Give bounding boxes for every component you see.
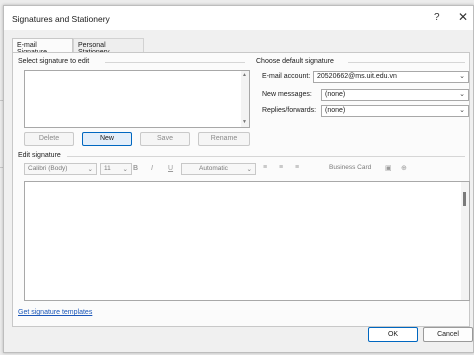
email-account-label: E-mail account:: [262, 73, 311, 80]
replies-forwards-label: Replies/forwards:: [262, 107, 317, 114]
align-center-icon[interactable]: ≡: [279, 164, 283, 171]
section-divider: [105, 62, 245, 63]
delete-button[interactable]: Delete: [24, 132, 74, 146]
scroll-down-icon[interactable]: ▼: [242, 119, 247, 125]
font-color-select[interactable]: Automatic ⌄: [181, 163, 256, 175]
font-size-value: 11: [104, 165, 111, 172]
font-size-select[interactable]: 11 ⌄: [100, 163, 132, 175]
align-right-icon[interactable]: ≡: [295, 164, 299, 171]
signature-editor[interactable]: [24, 181, 470, 301]
signature-list-scrollbar[interactable]: ▲ ▼: [241, 71, 249, 127]
chevron-down-icon: ⌄: [122, 166, 128, 173]
select-signature-label: Select signature to edit: [18, 58, 90, 65]
chevron-down-icon: ⌄: [459, 73, 465, 80]
business-card-label: Business Card: [329, 164, 372, 171]
font-value: Calibri (Body): [28, 165, 68, 172]
insert-picture-icon[interactable]: ▣: [385, 164, 392, 172]
ok-button[interactable]: OK: [368, 327, 418, 342]
italic-button[interactable]: I: [151, 165, 153, 172]
rename-button[interactable]: Rename: [198, 132, 250, 146]
section-divider: [67, 156, 465, 157]
default-signature-label: Choose default signature: [256, 58, 334, 65]
replies-forwards-value: (none): [325, 107, 346, 114]
insert-hyperlink-icon[interactable]: ⊕: [401, 164, 407, 172]
save-button[interactable]: Save: [140, 132, 190, 146]
close-icon[interactable]: ✕: [458, 10, 468, 24]
chevron-down-icon: ⌄: [459, 91, 465, 98]
cancel-button[interactable]: Cancel: [423, 327, 473, 342]
business-card-button[interactable]: Business Card: [316, 163, 378, 175]
signature-templates-link[interactable]: Get signature templates: [18, 309, 92, 316]
bold-button[interactable]: B: [133, 165, 138, 172]
font-color-value: Automatic: [199, 165, 228, 172]
new-messages-select[interactable]: (none) ⌄: [321, 89, 469, 101]
align-left-icon[interactable]: ≡: [263, 164, 267, 171]
email-account-select[interactable]: 20520662@ms.uit.edu.vn ⌄: [313, 71, 469, 83]
chevron-down-icon: ⌄: [87, 166, 93, 173]
editor-scrollbar[interactable]: [461, 182, 469, 300]
help-icon[interactable]: ?: [434, 12, 440, 23]
chevron-down-icon: ⌄: [246, 166, 252, 173]
scroll-up-icon[interactable]: ▲: [242, 72, 247, 78]
email-account-value: 20520662@ms.uit.edu.vn: [317, 73, 397, 80]
chevron-down-icon: ⌄: [459, 107, 465, 114]
signature-list[interactable]: ▲ ▼: [24, 70, 250, 128]
replies-forwards-select[interactable]: (none) ⌄: [321, 105, 469, 117]
edit-signature-label: Edit signature: [18, 152, 61, 159]
underline-button[interactable]: U: [168, 165, 173, 172]
tab-email-signature[interactable]: E-mail Signature: [12, 38, 73, 56]
section-divider: [348, 62, 465, 63]
new-messages-label: New messages:: [262, 91, 312, 98]
new-messages-value: (none): [325, 91, 346, 98]
dialog-title: Signatures and Stationery: [12, 14, 110, 24]
font-select[interactable]: Calibri (Body) ⌄: [24, 163, 97, 175]
title-bar: Signatures and Stationery ? ✕: [4, 6, 473, 30]
email-signature-panel: Select signature to edit ▲ ▼ Delete New …: [12, 52, 470, 327]
scroll-thumb[interactable]: [463, 192, 466, 206]
signatures-dialog: Signatures and Stationery ? ✕ E-mail Sig…: [3, 5, 474, 353]
tab-personal-stationery[interactable]: Personal Stationery: [73, 38, 144, 56]
new-button[interactable]: New: [82, 132, 132, 146]
